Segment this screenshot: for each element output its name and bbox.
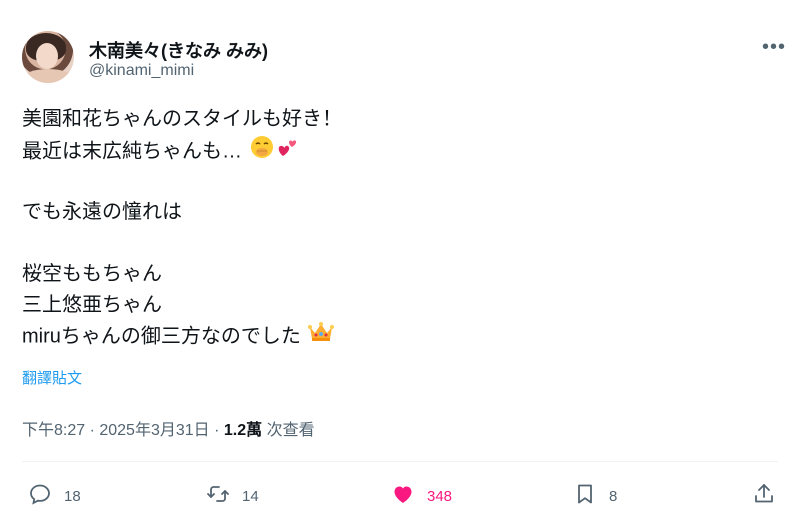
crown-emoji (308, 321, 335, 353)
heart-icon (391, 482, 415, 510)
action-bar: 18 14 348 8 (0, 482, 800, 510)
reply-icon (28, 482, 52, 510)
views-label: 次查看 (262, 422, 315, 439)
author-display-name[interactable]: 木南美々(きなみ みみ) (89, 37, 268, 63)
tweet-metadata: 下午8:27 · 2025年3月31日 · 1.2萬 次查看 (22, 416, 315, 440)
tweet-line: 三上悠亜ちゃん (22, 294, 162, 316)
tweet-text: 美園和花ちゃんのスタイルも好き！ 最近は末広純ちゃんも… でも永遠の憧れは 桜空… (22, 104, 342, 352)
reply-count: 18 (64, 487, 81, 505)
author-avatar[interactable] (22, 31, 74, 83)
translate-post-link[interactable]: 翻譯貼文 (22, 367, 82, 388)
hand-over-mouth-emoji (250, 135, 274, 169)
tweet-line: でも永遠の憧れは (22, 201, 182, 223)
like-count: 348 (427, 487, 453, 505)
tweet-line: 美園和花ちゃんのスタイルも好き！ (22, 108, 342, 130)
bookmark-icon (573, 482, 597, 510)
bookmark-count: 8 (609, 487, 618, 505)
repost-count: 14 (242, 487, 259, 505)
repost-icon (206, 482, 230, 510)
bookmark-button[interactable]: 8 (573, 482, 617, 510)
like-button[interactable]: 348 (391, 482, 452, 510)
divider (22, 461, 778, 462)
two-hearts-emoji (276, 135, 300, 169)
repost-button[interactable]: 14 (206, 482, 259, 510)
more-options-icon[interactable]: ••• (762, 36, 786, 59)
share-icon (752, 482, 776, 510)
views-count: 1.2萬 (223, 422, 263, 439)
tweet-line: 桜空ももちゃん (22, 263, 162, 285)
tweet-line: miruちゃんの御三方なのでした (22, 321, 342, 352)
author-handle[interactable]: @kinami_mimi (89, 62, 194, 80)
share-button[interactable] (752, 482, 776, 510)
tweet-line: 最近は末広純ちゃんも… (22, 135, 342, 166)
reply-button[interactable]: 18 (28, 482, 81, 510)
timestamp[interactable]: 下午8:27 · 2025年3月31日 · (22, 422, 224, 439)
